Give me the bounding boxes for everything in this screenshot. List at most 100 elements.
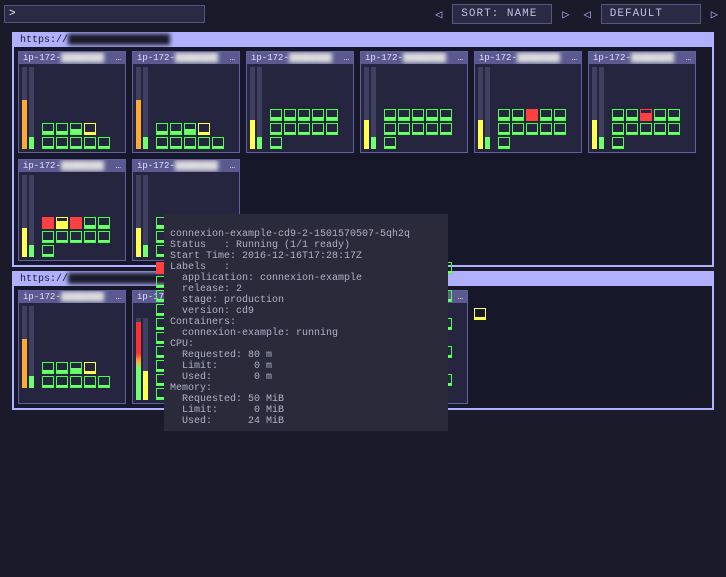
pod[interactable]	[554, 109, 566, 121]
node[interactable]: ip-172-████████ …	[18, 159, 126, 261]
pod[interactable]	[326, 123, 338, 135]
pod[interactable]	[42, 123, 54, 135]
pod[interactable]	[170, 137, 182, 149]
pod[interactable]	[498, 109, 510, 121]
pod[interactable]	[70, 217, 82, 229]
pod[interactable]	[212, 137, 224, 149]
pod[interactable]	[84, 231, 96, 243]
pod[interactable]	[156, 123, 168, 135]
pod[interactable]	[42, 217, 54, 229]
pod[interactable]	[184, 123, 196, 135]
pod[interactable]	[56, 217, 68, 229]
pod[interactable]	[312, 123, 324, 135]
pod[interactable]	[498, 123, 510, 135]
pod[interactable]	[184, 137, 196, 149]
pod[interactable]	[98, 137, 110, 149]
pod[interactable]	[98, 217, 110, 229]
pod[interactable]	[56, 123, 68, 135]
pod[interactable]	[42, 231, 54, 243]
pod[interactable]	[156, 137, 168, 149]
pod[interactable]	[668, 123, 680, 135]
node[interactable]: ip-172-████████ …	[474, 51, 582, 153]
pod[interactable]	[640, 123, 652, 135]
node[interactable]: ip-172-████████ …	[246, 51, 354, 153]
pod[interactable]	[56, 362, 68, 374]
pod[interactable]	[474, 308, 486, 320]
search-input-wrap[interactable]: >	[4, 5, 205, 23]
pod[interactable]	[612, 123, 624, 135]
pod[interactable]	[270, 137, 282, 149]
pod[interactable]	[440, 109, 452, 121]
pod[interactable]	[56, 231, 68, 243]
pod[interactable]	[42, 137, 54, 149]
pod[interactable]	[540, 123, 552, 135]
pod[interactable]	[426, 109, 438, 121]
pod[interactable]	[270, 123, 282, 135]
pod[interactable]	[412, 109, 424, 121]
pod[interactable]	[398, 109, 410, 121]
pod[interactable]	[56, 137, 68, 149]
node[interactable]: ip-172-████████ …	[18, 51, 126, 153]
cluster-url[interactable]: https://█████████████████	[14, 34, 712, 47]
pod[interactable]	[540, 109, 552, 121]
pod[interactable]	[440, 123, 452, 135]
pod[interactable]	[512, 123, 524, 135]
pod[interactable]	[42, 376, 54, 388]
pod[interactable]	[70, 137, 82, 149]
pod[interactable]	[98, 376, 110, 388]
pod[interactable]	[70, 123, 82, 135]
sort-prev-icon[interactable]: ◁	[431, 7, 446, 22]
pod[interactable]	[554, 123, 566, 135]
pod[interactable]	[512, 109, 524, 121]
pod[interactable]	[42, 362, 54, 374]
pod[interactable]	[668, 109, 680, 121]
pod[interactable]	[70, 231, 82, 243]
pod[interactable]	[654, 123, 666, 135]
sort-next-icon[interactable]: ▷	[558, 7, 573, 22]
node[interactable]: ip-172-████████ …	[132, 51, 240, 153]
pod[interactable]	[312, 109, 324, 121]
pod[interactable]	[612, 109, 624, 121]
pod[interactable]	[198, 137, 210, 149]
pod[interactable]	[326, 109, 338, 121]
pod[interactable]	[626, 109, 638, 121]
pod[interactable]	[640, 109, 652, 121]
pod[interactable]	[626, 123, 638, 135]
pod[interactable]	[198, 123, 210, 135]
pod[interactable]	[42, 245, 54, 257]
sort-selector[interactable]: SORT: NAME	[452, 4, 552, 24]
pod[interactable]	[70, 376, 82, 388]
pod[interactable]	[612, 137, 624, 149]
pod[interactable]	[70, 362, 82, 374]
pod[interactable]	[298, 123, 310, 135]
pod[interactable]	[384, 123, 396, 135]
pod[interactable]	[412, 123, 424, 135]
view-selector[interactable]: DEFAULT	[601, 4, 701, 24]
view-next-icon[interactable]: ▷	[707, 7, 722, 22]
pod[interactable]	[384, 109, 396, 121]
pod[interactable]	[384, 137, 396, 149]
pod[interactable]	[654, 109, 666, 121]
pod[interactable]	[284, 109, 296, 121]
pod[interactable]	[84, 362, 96, 374]
pod[interactable]	[526, 109, 538, 121]
view-prev-icon[interactable]: ◁	[580, 7, 595, 22]
pod[interactable]	[498, 137, 510, 149]
pod[interactable]	[426, 123, 438, 135]
pod[interactable]	[298, 109, 310, 121]
node[interactable]: ip-172-████████ …	[360, 51, 468, 153]
pod[interactable]	[284, 123, 296, 135]
pod[interactable]	[526, 123, 538, 135]
pod[interactable]	[84, 123, 96, 135]
pod[interactable]	[398, 123, 410, 135]
pod[interactable]	[170, 123, 182, 135]
pod[interactable]	[98, 231, 110, 243]
pod[interactable]	[84, 137, 96, 149]
node[interactable]: ip-172-████████ …	[588, 51, 696, 153]
pod[interactable]	[84, 217, 96, 229]
pod[interactable]	[270, 109, 282, 121]
node[interactable]: ip-172-████████ …	[18, 290, 126, 404]
pod[interactable]	[56, 376, 68, 388]
search-input[interactable]	[20, 8, 200, 20]
pod[interactable]	[84, 376, 96, 388]
